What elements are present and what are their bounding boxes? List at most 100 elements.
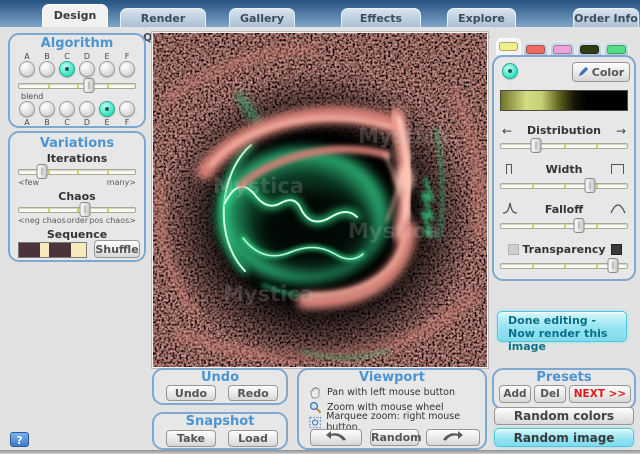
rotate-left-button[interactable] (310, 429, 362, 446)
variations-panel: Variations Iterations <few many> Chaos <… (8, 131, 146, 262)
algorithm1-radio-e[interactable] (99, 61, 115, 77)
wide-band-icon (611, 164, 624, 174)
gradient-preview-bar[interactable] (500, 90, 628, 111)
algorithm2-radio-e-selected[interactable] (99, 101, 115, 117)
done-editing-button[interactable]: Done editing - Now render this image (497, 311, 627, 342)
fractal-image[interactable]: Mystica Mystica Mystica Mystica (153, 33, 487, 367)
sequence-swatch (19, 243, 40, 257)
distribution-slider[interactable] (500, 138, 628, 153)
pan-hint-text: Pan with left mouse button (327, 387, 455, 398)
window-bottom-edge (0, 450, 640, 454)
algorithm-letter-row-1: ABCDEF (19, 52, 135, 61)
snapshot-panel: Snapshot Take Load (152, 412, 288, 450)
watermark-text: Mystica (348, 219, 439, 243)
width-slider-handle[interactable] (584, 178, 595, 193)
algorithm2-radio-a[interactable] (19, 101, 35, 117)
algorithm-radio-row-2 (19, 101, 135, 117)
algorithm1-radio-a[interactable] (19, 61, 35, 77)
palette-tab-4[interactable] (577, 41, 602, 55)
arrow-right-icon[interactable]: → (616, 125, 626, 137)
falloff-slider-handle[interactable] (574, 218, 585, 233)
chaos-pos-label: pos chaos> (89, 216, 136, 225)
undo-panel: Undo Undo Redo (152, 368, 288, 405)
marquee-hint: Marquee zoom: right mouse button (309, 415, 485, 429)
algorithm-letter-row-2: ABCDEF (19, 118, 135, 127)
watermark-text: Mystica (213, 174, 304, 198)
iterations-slider-handle[interactable] (36, 164, 47, 179)
sequence-swatch (40, 243, 49, 257)
chaos-neg-label: <neg chaos (18, 216, 66, 225)
tab-design[interactable]: Design (42, 4, 108, 27)
random-image-button[interactable]: Random image (494, 428, 634, 447)
palette-swatch-darkgreen (580, 45, 599, 54)
blend-slider-handle[interactable] (83, 78, 94, 93)
undo-title: Undo (154, 370, 286, 385)
algorithm1-radio-c-selected[interactable] (59, 61, 75, 77)
sequence-swatch (49, 243, 71, 257)
take-snapshot-button[interactable]: Take (166, 430, 216, 447)
help-button[interactable]: ? (10, 432, 29, 447)
algorithm2-radio-d[interactable] (79, 101, 95, 117)
del-preset-button[interactable]: Del (534, 385, 566, 403)
done-editing-line1: Done editing - (508, 314, 626, 327)
tab-render-queue[interactable]: Render Queue (120, 8, 206, 27)
tab-bar: Design Render Queue Gallery Effects Expl… (0, 0, 640, 27)
load-snapshot-button[interactable]: Load (228, 430, 278, 447)
algorithm1-radio-b[interactable] (39, 61, 55, 77)
algorithm1-radio-d[interactable] (79, 61, 95, 77)
palette-active-radio[interactable] (502, 63, 518, 79)
falloff-slider[interactable] (500, 218, 628, 233)
width-slider[interactable] (500, 178, 628, 193)
palette-swatch-yellow (499, 42, 518, 51)
viewport-panel: Viewport Pan with left mouse button Zoom… (297, 368, 487, 450)
blend-slider[interactable] (18, 78, 136, 93)
iterations-slider[interactable] (18, 164, 136, 179)
chaos-order-label: order (67, 216, 88, 225)
palette-tab-3[interactable] (550, 41, 575, 55)
color-button-label: Color (592, 66, 624, 79)
iterations-max-label: many> (107, 178, 136, 187)
algorithm2-radio-f[interactable] (119, 101, 135, 117)
presets-panel: Presets Add Del NEXT >> (492, 368, 636, 410)
color-panel: Color ← Distribution → Width Falloff Tra… (492, 55, 636, 281)
chaos-slider-handle[interactable] (80, 202, 91, 217)
sequence-swatch-bar[interactable] (18, 242, 87, 258)
palette-tab-2[interactable] (523, 41, 548, 55)
add-preset-button[interactable]: Add (499, 385, 531, 403)
tab-effects[interactable]: Effects (341, 8, 421, 27)
palette-tab-1[interactable] (496, 38, 521, 55)
tab-gallery[interactable]: Gallery (229, 8, 295, 27)
pan-hint: Pan with left mouse button (309, 385, 455, 399)
variations-title: Variations (10, 136, 144, 151)
redo-button[interactable]: Redo (228, 385, 278, 401)
tab-explore-3d[interactable]: Explore 3D (447, 8, 516, 27)
iterations-min-label: <few (18, 178, 39, 187)
random-colors-button[interactable]: Random colors (494, 407, 634, 425)
palette-swatch-green (607, 45, 626, 54)
tab-order-info[interactable]: Order Info (573, 8, 639, 27)
algorithm2-radio-c[interactable] (59, 101, 75, 117)
fractal-viewport[interactable]: Mystica Mystica Mystica Mystica (152, 32, 488, 368)
transparency-slider-handle[interactable] (607, 258, 618, 273)
dark-square-icon (611, 244, 622, 255)
blend-label: blend (21, 92, 43, 101)
watermark-text: Mystica (223, 282, 314, 306)
presets-title: Presets (494, 370, 634, 385)
shuffle-button[interactable]: Shuffle (94, 240, 140, 258)
color-button[interactable]: Color (572, 62, 630, 82)
chaos-slider[interactable] (18, 202, 136, 217)
undo-button[interactable]: Undo (166, 385, 216, 401)
algorithm2-radio-b[interactable] (39, 101, 55, 117)
next-preset-button[interactable]: NEXT >> (569, 385, 631, 403)
rotate-right-button[interactable] (426, 429, 480, 446)
random-viewport-button[interactable]: Random (370, 429, 419, 446)
curved-arrow-left-icon (325, 430, 347, 441)
algorithm-title: Algorithm (10, 36, 144, 51)
fractal-art: Mystica Mystica Mystica Mystica (153, 33, 487, 367)
transparency-slider[interactable] (500, 258, 628, 273)
distribution-slider-handle[interactable] (530, 138, 541, 153)
color-picker-pen-icon (578, 66, 589, 77)
algorithm1-radio-f[interactable] (119, 61, 135, 77)
palette-tab-5[interactable] (604, 41, 629, 55)
watermark-text: Mystica (358, 124, 449, 148)
